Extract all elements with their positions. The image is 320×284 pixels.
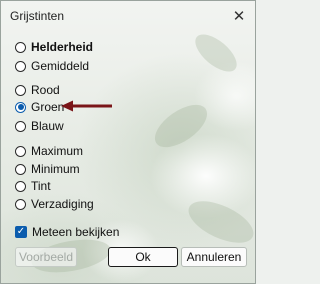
window-title: Grijstinten: [10, 9, 65, 23]
checkmark-icon: ✓: [16, 226, 26, 237]
radio-option-blauw[interactable]: Blauw: [15, 118, 64, 134]
radio-option-minimum[interactable]: Minimum: [15, 161, 80, 177]
radio-label: Gemiddeld: [31, 59, 90, 73]
radio-button[interactable]: [15, 41, 26, 53]
title-bar: Grijstinten ✕: [1, 1, 255, 31]
radio-option-rood[interactable]: Rood: [15, 82, 60, 98]
radio-label: Groen: [31, 100, 65, 114]
radio-label: Tint: [31, 179, 51, 193]
background-leaf: [147, 96, 215, 156]
close-icon: ✕: [232, 7, 246, 25]
radio-label: Helderheid: [31, 40, 94, 54]
radio-label: Blauw: [31, 119, 64, 133]
radio-label: Rood: [31, 83, 60, 97]
radio-button[interactable]: [15, 145, 26, 157]
radio-button[interactable]: [15, 120, 26, 132]
radio-button-selected[interactable]: [15, 101, 26, 113]
radio-label: Minimum: [31, 162, 80, 176]
background-leaf: [189, 27, 243, 79]
radio-option-groen[interactable]: Groen: [15, 99, 64, 115]
preview-immediately-checkbox-row[interactable]: ✓ Meteen bekijken: [15, 224, 119, 240]
radio-button[interactable]: [15, 60, 26, 72]
preview-immediately-checkbox[interactable]: ✓: [15, 226, 27, 238]
cancel-button[interactable]: Annuleren: [181, 247, 247, 267]
ok-button[interactable]: Ok: [108, 247, 178, 267]
radio-button[interactable]: [15, 180, 26, 192]
radio-option-gemiddeld[interactable]: Gemiddeld: [15, 58, 89, 74]
radio-option-tint[interactable]: Tint: [15, 178, 51, 194]
grayscale-dialog: Grijstinten ✕ Helderheid Gemiddeld Rood …: [0, 0, 256, 284]
radio-button[interactable]: [15, 84, 26, 96]
radio-label: Verzadiging: [31, 197, 94, 211]
radio-option-helderheid[interactable]: Helderheid: [15, 39, 93, 55]
close-button[interactable]: ✕: [229, 6, 249, 26]
radio-label: Maximum: [31, 144, 84, 158]
radio-option-verzadiging[interactable]: Verzadiging: [15, 196, 94, 212]
radio-button[interactable]: [15, 198, 26, 210]
radio-button[interactable]: [15, 163, 26, 175]
checkbox-label: Meteen bekijken: [32, 225, 120, 239]
annotation-arrow-icon: [61, 100, 112, 112]
preview-button[interactable]: Voorbeeld: [15, 247, 77, 267]
background-leaf: [182, 192, 255, 252]
radio-option-maximum[interactable]: Maximum: [15, 143, 83, 159]
